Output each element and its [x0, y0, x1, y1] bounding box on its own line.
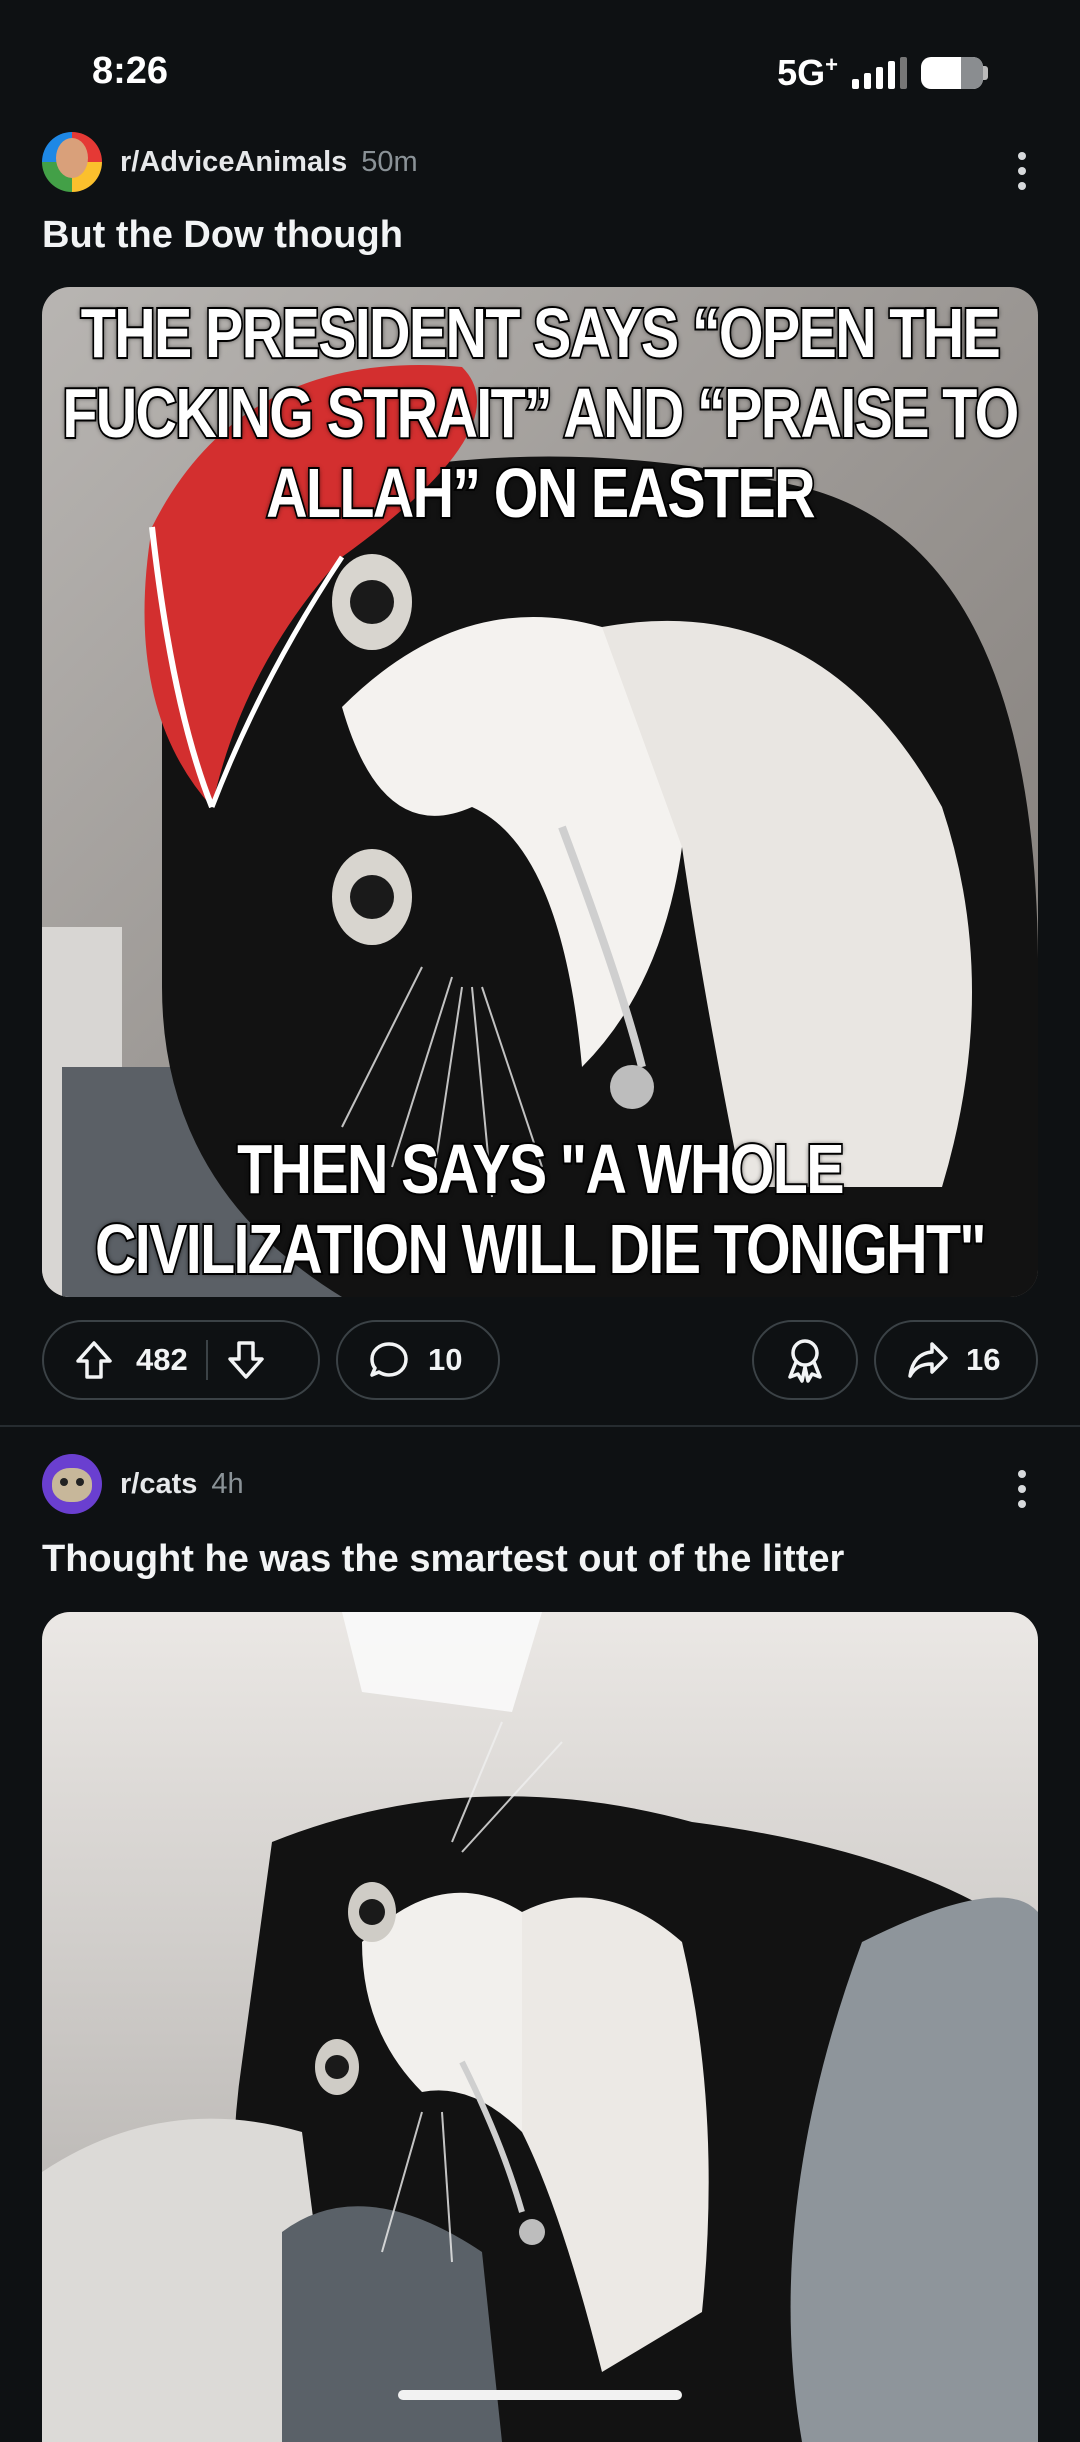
post-card[interactable]: r/AdviceAnimals 50m But the Dow though T…	[0, 0, 1080, 1420]
upvote-icon[interactable]	[74, 1339, 114, 1381]
post-card[interactable]: r/cats 4h Thought he was the smartest ou…	[0, 1428, 1080, 2442]
post-divider	[0, 1425, 1080, 1427]
subreddit-name[interactable]: r/cats	[120, 1468, 197, 1501]
post-action-bar: 482 10 16	[42, 1320, 1038, 1404]
share-count: 16	[966, 1342, 1001, 1377]
vote-pill: 482	[42, 1320, 320, 1400]
award-icon	[788, 1339, 822, 1383]
post-image[interactable]: THE PRESIDENT SAYS “OPEN THE FUCKING STR…	[42, 287, 1038, 1297]
home-indicator[interactable]	[398, 2390, 682, 2400]
cat-photo	[42, 1612, 1038, 2442]
subreddit-name[interactable]: r/AdviceAnimals	[120, 146, 347, 179]
comment-count: 10	[428, 1342, 463, 1377]
share-icon	[908, 1342, 948, 1378]
upvote-count: 482	[136, 1342, 188, 1377]
subreddit-avatar[interactable]	[42, 1454, 102, 1514]
comments-button[interactable]: 10	[336, 1320, 500, 1400]
post-title[interactable]: Thought he was the smartest out of the l…	[42, 1538, 844, 1581]
post-header: r/cats 4h	[42, 1454, 244, 1514]
subreddit-avatar[interactable]	[42, 132, 102, 192]
award-button[interactable]	[752, 1320, 858, 1400]
post-image[interactable]	[42, 1612, 1038, 2442]
post-age: 4h	[211, 1467, 244, 1500]
post-age: 50m	[361, 145, 418, 178]
comment-icon	[370, 1342, 408, 1377]
downvote-icon[interactable]	[226, 1339, 266, 1381]
meme-top-caption: THE PRESIDENT SAYS “OPEN THE FUCKING STR…	[61, 292, 1021, 534]
post-title[interactable]: But the Dow though	[42, 214, 403, 257]
more-options-icon[interactable]	[1016, 1470, 1028, 1508]
more-options-icon[interactable]	[1016, 152, 1028, 190]
meme-bottom-caption: THEN SAYS "A WHOLE CIVILIZATION WILL DIE…	[93, 1128, 988, 1290]
share-button[interactable]: 16	[874, 1320, 1038, 1400]
post-header: r/AdviceAnimals 50m	[42, 132, 418, 192]
